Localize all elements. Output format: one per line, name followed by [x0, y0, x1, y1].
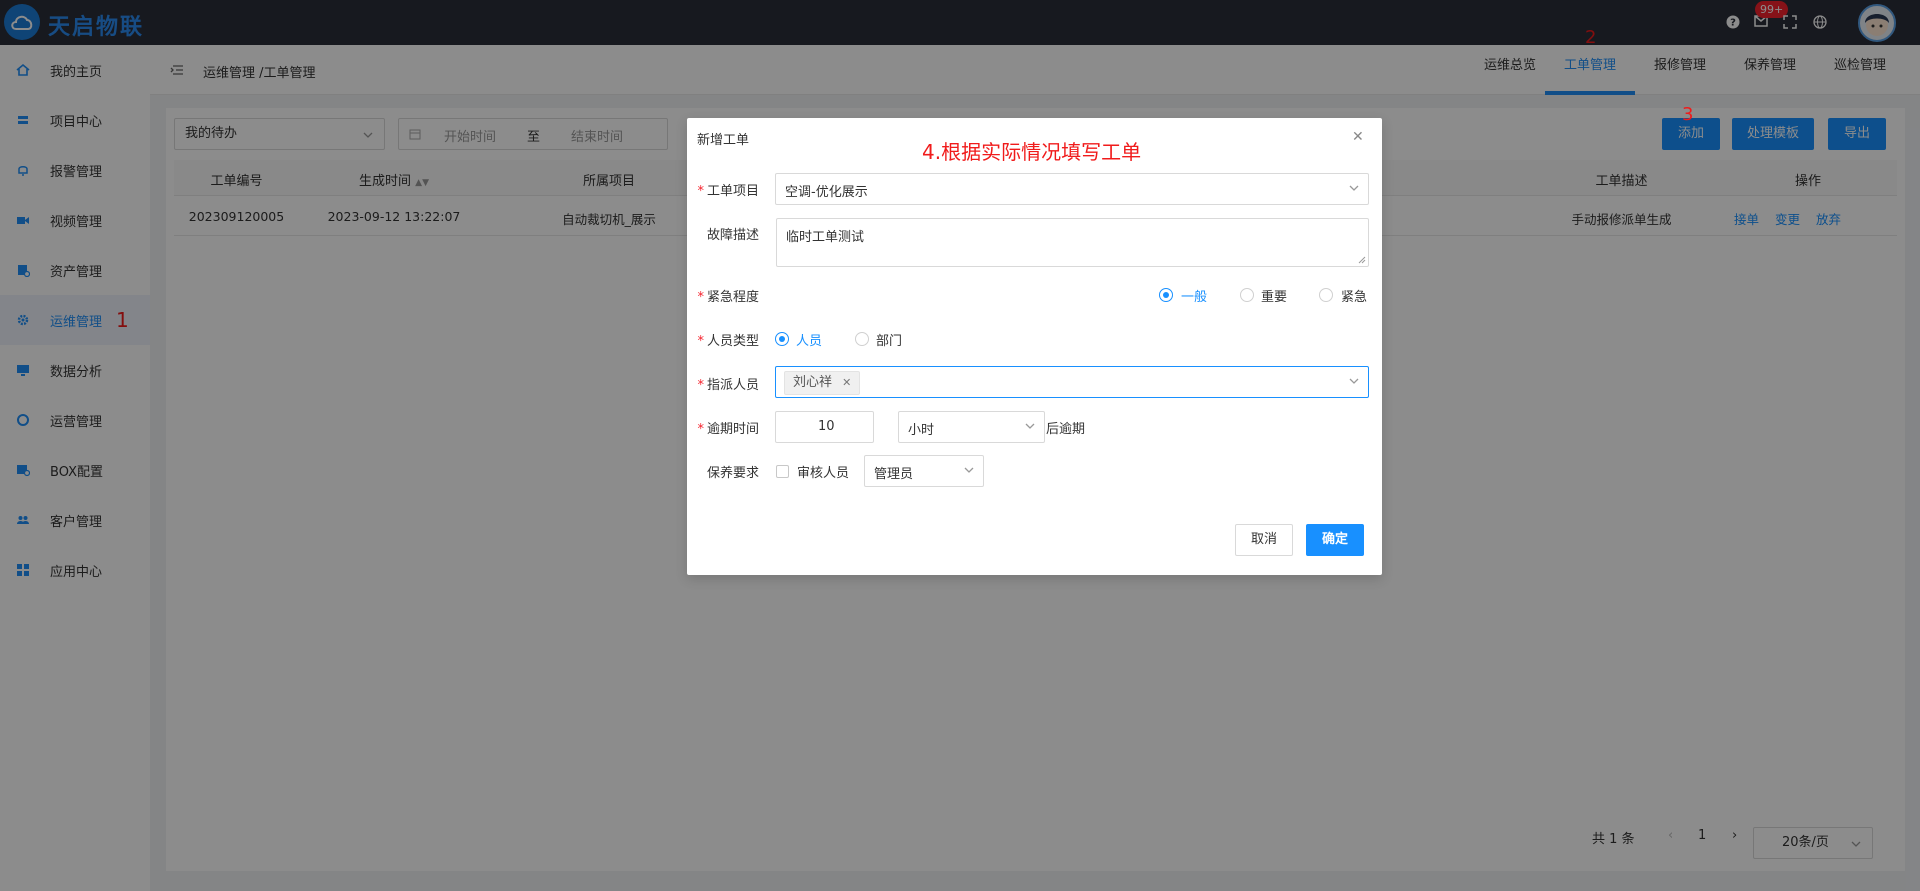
- reviewer-select-value: 管理员: [874, 467, 914, 482]
- close-icon[interactable]: ✕: [1352, 129, 1364, 145]
- person-type-person-radio[interactable]: [775, 332, 789, 346]
- chevron-down-icon: [1025, 423, 1035, 429]
- project-label: * 工单项目: [697, 184, 759, 199]
- annotation-step-3: 3: [1682, 104, 1694, 125]
- confirm-button[interactable]: 确定: [1306, 524, 1364, 556]
- assignee-tag: 刘心祥 ✕: [784, 371, 861, 395]
- project-select-value: 空调-优化展示: [785, 185, 868, 200]
- assignee-label: * 指派人员: [697, 378, 759, 393]
- chevron-down-icon: [1349, 378, 1359, 384]
- overdue-suffix: 后逾期: [1046, 422, 1086, 437]
- overdue-input-value: 10: [818, 419, 835, 434]
- assignee-tag-label: 刘心祥: [793, 375, 833, 390]
- urgency-urgent-label[interactable]: 紧急: [1341, 286, 1367, 305]
- urgency-important-label[interactable]: 重要: [1261, 286, 1287, 305]
- modal-title: 新增工单: [697, 133, 750, 148]
- fault-description-value: 临时工单测试: [786, 230, 865, 245]
- urgency-urgent-radio[interactable]: [1319, 288, 1333, 302]
- person-type-department-radio[interactable]: [855, 332, 869, 346]
- overdue-unit-value: 小时: [908, 423, 935, 438]
- urgency-normal-label[interactable]: 一般: [1181, 286, 1207, 305]
- urgency-label: * 紧急程度: [697, 290, 759, 305]
- maintenance-label: 保养要求: [706, 466, 759, 481]
- fault-description-textarea[interactable]: 临时工单测试: [776, 218, 1369, 267]
- reviewer-select[interactable]: 管理员: [864, 455, 984, 487]
- chevron-down-icon: [1349, 185, 1359, 191]
- reviewer-checkbox[interactable]: [776, 465, 789, 478]
- cancel-button[interactable]: 取消: [1235, 524, 1293, 556]
- person-type-department-label[interactable]: 部门: [876, 330, 902, 349]
- urgency-normal-radio[interactable]: [1159, 288, 1173, 302]
- person-type-label: * 人员类型: [697, 334, 759, 349]
- new-work-order-modal: 新增工单 ✕ 4.根据实际情况填写工单 * 工单项目 空调-优化展示 故障描述 临…: [687, 118, 1382, 575]
- tag-close-icon[interactable]: ✕: [842, 376, 851, 389]
- resize-handle-icon[interactable]: [1358, 256, 1366, 264]
- overdue-input[interactable]: 10: [775, 411, 874, 443]
- project-select[interactable]: 空调-优化展示: [775, 173, 1369, 205]
- reviewer-label[interactable]: 审核人员: [797, 462, 849, 481]
- fault-label: 故障描述: [706, 228, 759, 243]
- assignee-select[interactable]: 刘心祥 ✕: [775, 366, 1369, 398]
- overdue-unit-select[interactable]: 小时: [898, 411, 1045, 443]
- chevron-down-icon: [964, 467, 974, 473]
- overdue-label: * 逾期时间: [697, 422, 759, 437]
- annotation-step-4: 4.根据实际情况填写工单: [922, 140, 1142, 164]
- person-type-person-label[interactable]: 人员: [796, 330, 822, 349]
- urgency-important-radio[interactable]: [1240, 288, 1254, 302]
